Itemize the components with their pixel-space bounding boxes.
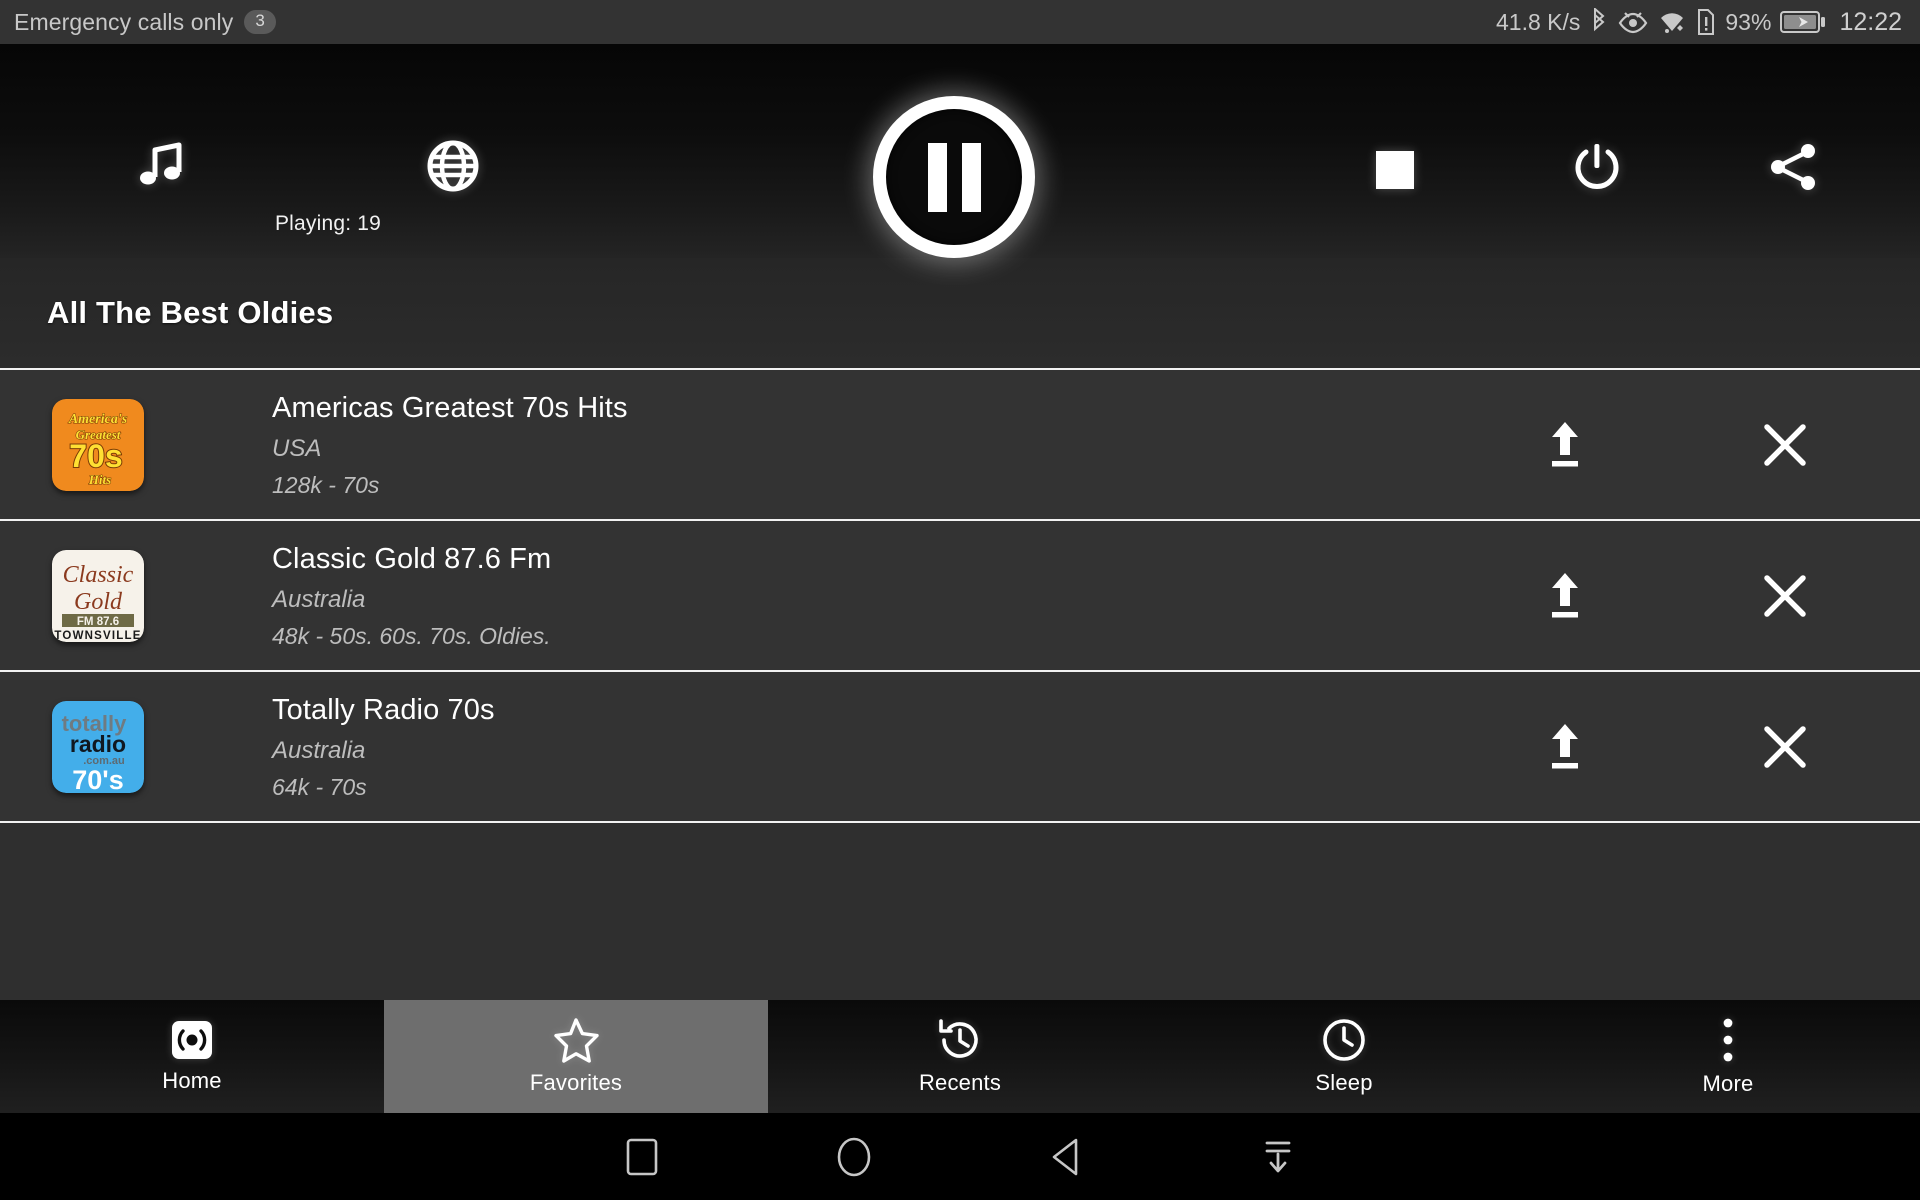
tab-label: More <box>1702 1071 1754 1096</box>
status-bar-right: 41.8 K/s 93% 12:22 <box>1496 8 1902 37</box>
station-info: 48k - 50s. 60s. 70s. Oldies. <box>272 623 551 650</box>
history-icon <box>937 1017 983 1063</box>
more-vertical-icon <box>1718 1016 1738 1064</box>
recents-button[interactable] <box>536 1137 748 1177</box>
svg-text:FM 87.6: FM 87.6 <box>77 616 119 628</box>
stop-button[interactable] <box>1374 149 1416 191</box>
classic-gold-logo: Classic Gold FM 87.6 TOWNSVILLE <box>52 549 144 642</box>
page-title: All The Best Oldies <box>47 295 334 330</box>
network-speed-label: 41.8 K/s <box>1496 8 1581 35</box>
station-list: America's Greatest 70s Hits Americas Gre… <box>0 368 1920 823</box>
back-triangle-icon <box>1047 1136 1085 1178</box>
tab-favorites[interactable]: Favorites <box>384 1000 768 1113</box>
row-actions <box>1510 721 1920 773</box>
bottom-tab-bar: Home Favorites Recents Sleep More <box>0 1000 1920 1113</box>
recents-square-icon <box>625 1137 659 1177</box>
tab-label: Sleep <box>1315 1070 1373 1095</box>
sim-alert-icon <box>1696 9 1716 35</box>
notification-count-badge: 3 <box>244 10 276 34</box>
wifi-icon <box>1657 9 1687 35</box>
back-button[interactable] <box>960 1136 1172 1178</box>
tab-label: Recents <box>918 1070 1002 1095</box>
svg-text:Hits: Hits <box>88 472 111 487</box>
eye-icon <box>1618 9 1648 35</box>
station-meta: Totally Radio 70s Australia 64k - 70s <box>272 692 1510 801</box>
station-name: Americas Greatest 70s Hits <box>272 391 628 424</box>
station-name: Classic Gold 87.6 Fm <box>272 542 552 575</box>
station-meta: Classic Gold 87.6 Fm Australia 48k - 50s… <box>272 541 1510 650</box>
station-name: Totally Radio 70s <box>272 693 495 726</box>
hide-navbar-button[interactable] <box>1172 1136 1384 1178</box>
tab-recents[interactable]: Recents <box>768 1000 1152 1113</box>
tab-home[interactable]: Home <box>0 1000 384 1113</box>
clock-label: 12:22 <box>1839 7 1902 36</box>
clock-icon <box>1321 1017 1367 1063</box>
tab-sleep[interactable]: Sleep <box>1152 1000 1536 1113</box>
playing-count-label: Playing: 19 <box>274 212 382 235</box>
music-library-button[interactable] <box>134 139 188 193</box>
station-country: USA <box>272 435 322 463</box>
station-info: 64k - 70s <box>272 774 367 801</box>
remove-icon <box>1761 421 1809 469</box>
section-header: All The Best Oldies <box>0 258 1920 368</box>
remove-station-button[interactable] <box>1730 572 1840 620</box>
share-button[interactable] <box>1766 140 1820 194</box>
radio-broadcast-icon <box>169 1019 215 1061</box>
svg-text:Classic: Classic <box>63 562 134 588</box>
app-screen: Emergency calls only 3 41.8 K/s 93% 12:2… <box>0 0 1920 1200</box>
remove-station-button[interactable] <box>1730 421 1840 469</box>
move-to-top-icon <box>1544 570 1586 622</box>
svg-text:Gold: Gold <box>74 589 123 615</box>
power-button[interactable] <box>1570 140 1624 194</box>
row-actions <box>1510 419 1920 471</box>
move-to-top-icon <box>1544 721 1586 773</box>
hide-navbar-icon <box>1259 1136 1297 1178</box>
battery-percent-label: 93% <box>1725 8 1772 35</box>
share-icon <box>1766 140 1820 194</box>
table-row[interactable]: America's Greatest 70s Hits Americas Gre… <box>0 370 1920 521</box>
carrier-label: Emergency calls only <box>14 8 234 35</box>
android-navigation-bar <box>0 1113 1920 1200</box>
move-to-top-button[interactable] <box>1510 570 1620 622</box>
americas-greatest-70s-hits-logo: America's Greatest 70s Hits <box>52 398 144 491</box>
totally-radio-70s-logo: totally radio .com.au 70's <box>52 700 144 793</box>
bluetooth-icon <box>1589 8 1609 36</box>
power-icon <box>1570 140 1624 194</box>
svg-text:70's: 70's <box>72 765 123 793</box>
battery-charging-icon <box>1780 10 1826 34</box>
remove-icon <box>1761 723 1809 771</box>
remove-station-button[interactable] <box>1730 723 1840 771</box>
svg-text:70s: 70s <box>69 438 122 474</box>
station-info: 128k - 70s <box>272 472 380 499</box>
row-actions <box>1510 570 1920 622</box>
stop-icon <box>1374 149 1416 191</box>
home-circle-icon <box>834 1136 874 1178</box>
tab-label: Favorites <box>529 1070 623 1095</box>
svg-text:TOWNSVILLE: TOWNSVILLE <box>54 630 141 642</box>
status-bar-left: Emergency calls only 3 <box>14 9 276 36</box>
browse-web-button[interactable] <box>426 139 480 193</box>
player-toolbar: Playing: 19 <box>0 44 1920 258</box>
tab-label: Home <box>162 1068 222 1093</box>
home-button[interactable] <box>748 1136 960 1178</box>
move-to-top-button[interactable] <box>1510 721 1620 773</box>
music-note-icon <box>134 139 188 193</box>
station-meta: Americas Greatest 70s Hits USA 128k - 70… <box>272 390 1510 499</box>
pause-bar-right <box>961 142 981 212</box>
tab-more[interactable]: More <box>1536 1000 1920 1113</box>
pause-bar-left <box>927 142 947 212</box>
move-to-top-icon <box>1544 419 1586 471</box>
move-to-top-button[interactable] <box>1510 419 1620 471</box>
remove-icon <box>1761 572 1809 620</box>
station-country: Australia <box>272 737 366 765</box>
play-pause-button[interactable] <box>873 96 1035 258</box>
table-row[interactable]: Classic Gold FM 87.6 TOWNSVILLE Classic … <box>0 521 1920 672</box>
svg-text:America's: America's <box>68 412 128 427</box>
table-row[interactable]: totally radio .com.au 70's Totally Radio… <box>0 672 1920 823</box>
svg-text:radio: radio <box>70 731 126 757</box>
globe-icon <box>426 139 480 193</box>
station-country: Australia <box>272 586 366 614</box>
status-bar: Emergency calls only 3 41.8 K/s 93% 12:2… <box>0 0 1920 44</box>
star-icon <box>552 1017 600 1063</box>
